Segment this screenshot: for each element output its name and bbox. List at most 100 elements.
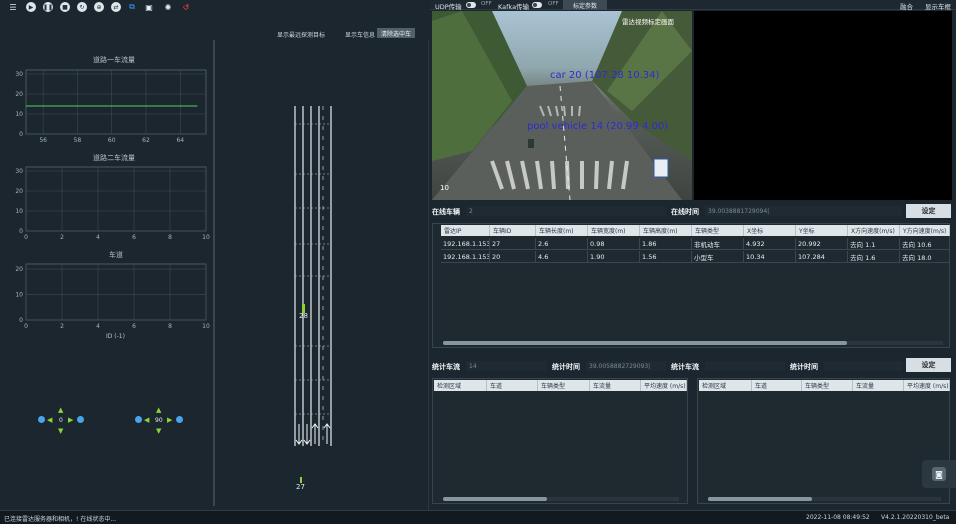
fusion-label[interactable]: 融合: [900, 1, 913, 11]
rotate-left-icon[interactable]: [135, 416, 142, 423]
column-header[interactable]: Y坐标: [796, 225, 848, 236]
column-header[interactable]: 车辆长度(m): [536, 225, 588, 236]
online-time-field[interactable]: 39.0038881729094|: [705, 206, 902, 216]
table-cell[interactable]: 1.90: [588, 251, 640, 263]
network-icon[interactable]: ⇄: [111, 2, 121, 12]
horizontal-scrollbar[interactable]: [443, 497, 547, 501]
chat-icon[interactable]: ◙: [932, 467, 946, 481]
column-header[interactable]: 检测区域: [434, 380, 487, 391]
radar1-rotation-control[interactable]: ▲ ◀ 0 ▶ ▼: [38, 406, 88, 436]
stats-flow-field-2[interactable]: [705, 361, 785, 371]
table-cell[interactable]: 非机动车: [692, 238, 744, 250]
menu-icon[interactable]: ☰: [8, 2, 18, 12]
show-farthest-target-toggle[interactable]: 显示最远探测目标: [277, 29, 325, 39]
table-cell[interactable]: 20.992: [796, 238, 848, 250]
column-header[interactable]: 检测区域: [699, 380, 752, 391]
chart3-xlabel: ID (-1): [106, 333, 125, 340]
secondary-video-view[interactable]: [694, 11, 952, 200]
arrow-down-icon[interactable]: ▼: [58, 427, 63, 435]
detection-label[interactable]: pool vehicle 14 (20.99 4.00): [527, 121, 668, 132]
kafka-toggle[interactable]: [532, 2, 542, 8]
arrow-down-icon[interactable]: ▼: [156, 427, 161, 435]
save-icon[interactable]: ▣: [144, 2, 154, 12]
column-header[interactable]: 车辆类型: [538, 380, 590, 391]
table-cell[interactable]: 去向 10.6: [900, 238, 950, 250]
x-tick-label: 4: [96, 323, 100, 330]
table-cell[interactable]: 2.6: [536, 238, 588, 250]
column-header[interactable]: 车辆ID: [490, 225, 536, 236]
stats-flow-label-2: 统计车流: [671, 363, 699, 371]
column-header[interactable]: 车辆类型: [802, 380, 853, 391]
play-icon[interactable]: ▶: [26, 2, 36, 12]
column-header[interactable]: Y方向速度(m/s): [900, 225, 950, 236]
column-header[interactable]: 车辆高度(m): [640, 225, 692, 236]
calibration-params-button[interactable]: 标定参数: [563, 0, 607, 10]
column-header[interactable]: 车辆宽度(m): [588, 225, 640, 236]
table-cell[interactable]: 去向 1.1: [848, 238, 900, 250]
stats-time-field[interactable]: 39.0058882729093|: [586, 361, 666, 371]
column-header[interactable]: 平均速度 (m/s): [641, 380, 687, 391]
table-cell[interactable]: 20: [490, 251, 536, 263]
horizontal-scrollbar[interactable]: [708, 497, 812, 501]
table-cell[interactable]: 小型车: [692, 251, 744, 263]
radar2-rotation-control[interactable]: ▲ ◀ 90 ▶ ▼: [135, 406, 187, 436]
rotate-right-icon[interactable]: [176, 416, 183, 423]
table-cell[interactable]: 10.34: [744, 251, 796, 263]
arrow-left-icon[interactable]: ◀: [47, 416, 52, 424]
table-cell[interactable]: 192.168.1.153: [441, 238, 490, 250]
stats-table-left[interactable]: 检测区域 车道 车辆类型 车流量 平均速度 (m/s): [432, 378, 688, 504]
arrow-up-icon[interactable]: ▲: [156, 406, 161, 414]
status-message: 已连接雷达服务器和相机，! 在线状态中...: [4, 516, 117, 523]
table-cell[interactable]: 去向 1.6: [848, 251, 900, 263]
stats-flow-field[interactable]: 14: [466, 361, 546, 371]
table-cell[interactable]: 0.98: [588, 238, 640, 250]
table-cell[interactable]: 192.168.1.153: [441, 251, 490, 263]
radar-lane-view[interactable]: [215, 40, 428, 510]
arrow-right-icon[interactable]: ▶: [68, 416, 73, 424]
column-header[interactable]: 车流量: [590, 380, 641, 391]
online-vehicles-table[interactable]: 雷达IP 车辆ID 车辆长度(m) 车辆宽度(m) 车辆高度(m) 车辆类型 X坐标 Y坐标 X…: [432, 223, 950, 348]
stop-icon[interactable]: ■: [60, 2, 70, 12]
table-cell[interactable]: 107.284: [796, 251, 848, 263]
camera-feed[interactable]: 雷达视频标定画面 car 20 (107.28 10.34) pool vehi…: [432, 11, 692, 200]
arrow-up-icon[interactable]: ▲: [58, 406, 63, 414]
column-header[interactable]: 车道: [487, 380, 538, 391]
udp-toggle[interactable]: [466, 2, 476, 8]
clear-selected-vehicle-button[interactable]: 清除选中车: [377, 28, 416, 38]
online-set-button[interactable]: 设定: [906, 204, 951, 218]
column-header[interactable]: 雷达IP: [441, 225, 490, 236]
table-cell[interactable]: 27: [490, 238, 536, 250]
vehicle-id-label[interactable]: 28: [299, 312, 308, 320]
rotate-right-icon[interactable]: [77, 416, 84, 423]
arrow-left-icon[interactable]: ◀: [144, 416, 149, 424]
table-cell[interactable]: 去向 18.0: [900, 251, 950, 263]
pause-icon[interactable]: ❚❚: [43, 2, 53, 12]
connect-icon[interactable]: ⧉: [127, 2, 137, 12]
rotate-left-icon[interactable]: [38, 416, 45, 423]
refresh-icon[interactable]: ↻: [77, 2, 87, 12]
reset-icon[interactable]: ↺: [181, 2, 191, 12]
arrow-right-icon[interactable]: ▶: [167, 416, 172, 424]
table-cell[interactable]: 4.6: [536, 251, 588, 263]
vehicle-id-label[interactable]: 27: [296, 483, 305, 491]
column-header[interactable]: 车道: [752, 380, 802, 391]
show-vehicle-box-label[interactable]: 显示车框: [925, 1, 951, 11]
stats-table-right[interactable]: 检测区域 车道 车辆类型 车流量 平均速度 (m/s): [697, 378, 950, 504]
side-panel-button[interactable]: ◙: [922, 460, 956, 488]
detection-label[interactable]: car 20 (107.28 10.34): [550, 70, 659, 81]
column-header[interactable]: X方向速度(m/s): [848, 225, 900, 236]
column-header[interactable]: 车流量: [853, 380, 904, 391]
column-header[interactable]: 平均速度 (m/s): [904, 380, 950, 391]
table-cell[interactable]: 1.86: [640, 238, 692, 250]
table-cell[interactable]: 4.932: [744, 238, 796, 250]
zoom-icon[interactable]: ⊕: [94, 2, 104, 12]
column-header[interactable]: 车辆类型: [692, 225, 744, 236]
online-vehicles-field[interactable]: 2: [466, 206, 666, 216]
settings-icon[interactable]: ✺: [163, 2, 173, 12]
stats-time-field-2[interactable]: [824, 361, 902, 371]
horizontal-scrollbar[interactable]: [443, 341, 847, 345]
column-header[interactable]: X坐标: [744, 225, 796, 236]
stats-set-button[interactable]: 设定: [906, 358, 951, 372]
table-cell[interactable]: 1.56: [640, 251, 692, 263]
show-vehicle-info-toggle[interactable]: 显示车信息: [345, 29, 375, 39]
